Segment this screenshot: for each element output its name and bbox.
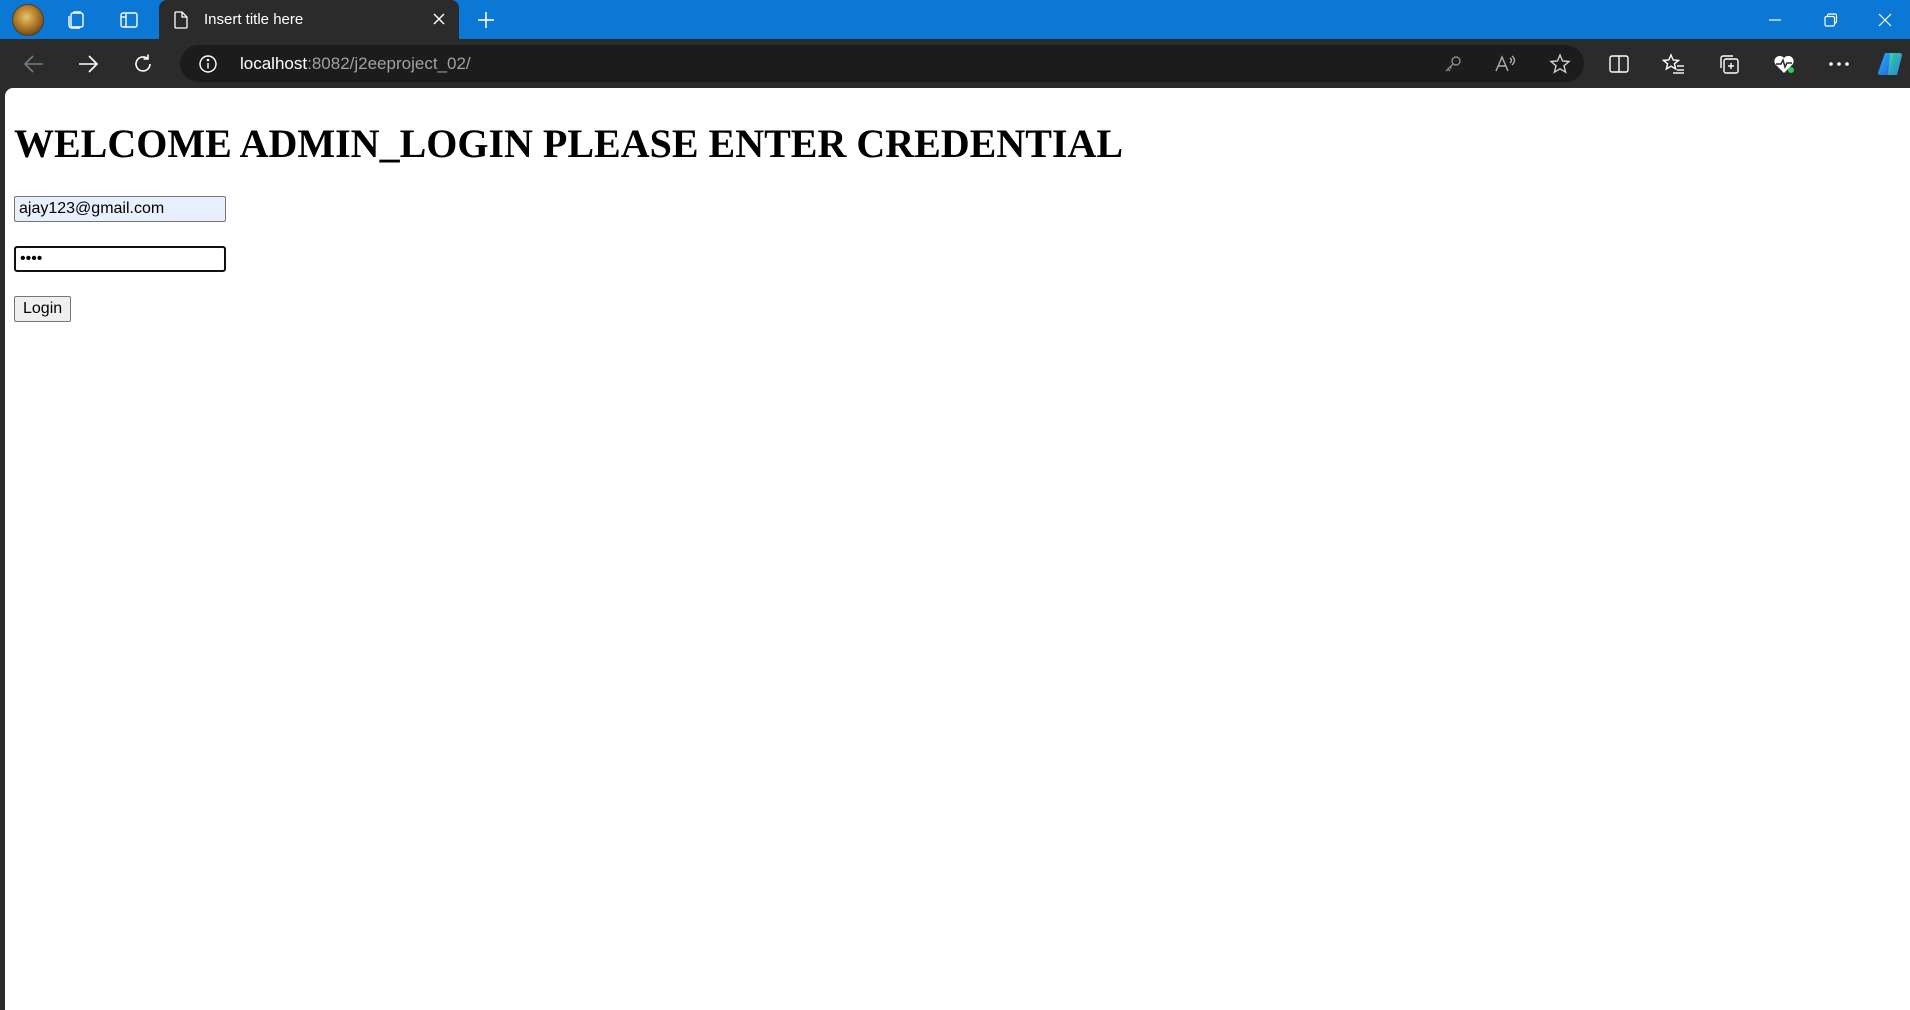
more-dots-icon	[1829, 62, 1849, 66]
favorites-icon	[1662, 53, 1684, 74]
favorites-button[interactable]	[1655, 45, 1693, 83]
restore-button[interactable]	[1803, 0, 1859, 39]
heart-pulse-icon	[1774, 55, 1794, 73]
browser-essentials-button[interactable]	[1765, 45, 1803, 83]
site-info-icon[interactable]	[198, 54, 218, 79]
email-field[interactable]	[14, 196, 226, 222]
split-screen-button[interactable]	[1600, 45, 1638, 83]
collections-button[interactable]	[1710, 45, 1748, 83]
url-text[interactable]: localhost:8082/j2eeproject_02/	[240, 54, 471, 74]
back-arrow-icon	[23, 55, 43, 73]
new-tab-button[interactable]	[466, 0, 506, 39]
back-button[interactable]	[15, 45, 53, 83]
close-window-button[interactable]	[1859, 0, 1910, 39]
close-tab-button[interactable]	[429, 9, 449, 29]
workspaces-icon	[67, 10, 84, 29]
copilot-icon	[1877, 52, 1903, 76]
workspaces-button[interactable]	[54, 0, 99, 39]
split-screen-icon	[1609, 55, 1629, 73]
login-page: WELCOME ADMIN_LOGIN PLEASE ENTER CREDENT…	[5, 88, 1910, 322]
minimize-button[interactable]	[1747, 0, 1803, 39]
title-bar: Insert title here	[0, 0, 1910, 39]
forward-arrow-icon	[79, 55, 99, 73]
url-host: localhost	[240, 54, 308, 73]
page-icon	[173, 11, 189, 34]
page-heading: WELCOME ADMIN_LOGIN PLEASE ENTER CREDENT…	[14, 121, 1124, 166]
forward-button[interactable]	[69, 45, 107, 83]
address-bar[interactable]: localhost:8082/j2eeproject_02/	[180, 45, 1584, 82]
collections-icon	[1720, 55, 1739, 74]
minimize-icon	[1769, 18, 1781, 21]
close-icon	[433, 13, 445, 25]
close-icon	[1878, 13, 1891, 26]
plus-icon	[478, 11, 494, 28]
refresh-button[interactable]	[124, 45, 162, 83]
settings-more-button[interactable]	[1820, 45, 1858, 83]
url-path: :8082/j2eeproject_02/	[307, 54, 471, 73]
vertical-tabs-icon	[119, 11, 138, 28]
page-viewport: WELCOME ADMIN_LOGIN PLEASE ENTER CREDENT…	[5, 88, 1910, 1010]
restore-icon	[1824, 12, 1838, 27]
profile-avatar[interactable]	[12, 4, 44, 36]
tab-title: Insert title here	[204, 11, 304, 28]
tab-actions-button[interactable]	[106, 0, 151, 39]
refresh-icon	[135, 54, 151, 72]
tab-active[interactable]: Insert title here	[159, 0, 459, 39]
favorite-star-icon[interactable]	[1547, 51, 1573, 77]
password-key-icon[interactable]	[1440, 51, 1466, 77]
browser-toolbar: localhost:8082/j2eeproject_02/	[0, 39, 1910, 88]
read-aloud-icon[interactable]	[1492, 51, 1518, 77]
login-button[interactable]: Login	[14, 296, 72, 322]
password-field[interactable]	[14, 246, 226, 272]
copilot-button[interactable]	[1872, 45, 1910, 83]
